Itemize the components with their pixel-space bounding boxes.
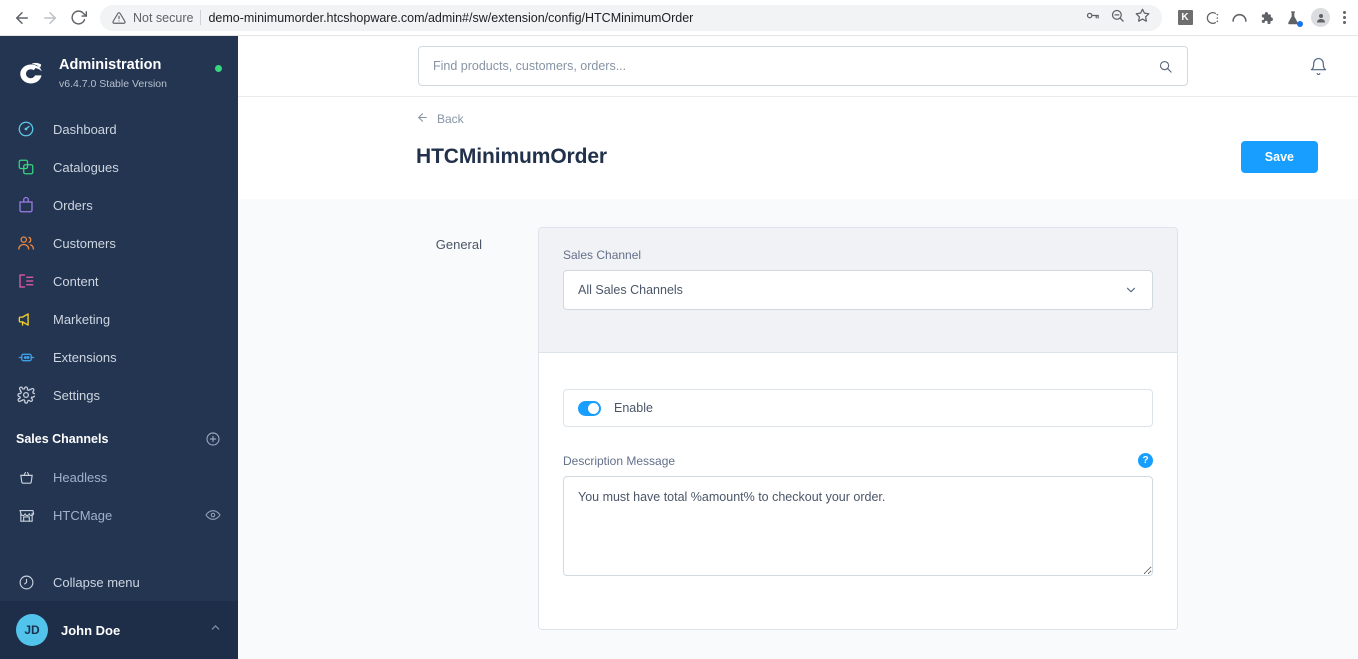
- puzzle-extension-icon[interactable]: [1257, 9, 1275, 27]
- card-section-settings: Enable Description Message ?: [539, 353, 1177, 629]
- page-title: HTCMinimumOrder: [416, 145, 608, 168]
- avatar: JD: [16, 614, 48, 646]
- storefront-icon: [16, 505, 36, 525]
- browser-menu-button[interactable]: [1339, 11, 1350, 24]
- description-label-row: Description Message ?: [563, 453, 1153, 468]
- arch-extension-icon[interactable]: [1230, 9, 1248, 27]
- sidebar-version: v6.4.7.0 Stable Version: [59, 78, 167, 90]
- user-menu[interactable]: JD John Doe: [0, 601, 238, 659]
- sidebar-channel-label: HTCMage: [53, 507, 113, 523]
- sidebar-channel-headless[interactable]: Headless: [0, 458, 238, 496]
- browser-toolbar: Not secure demo-minimumorder.htcshopware…: [0, 0, 1358, 36]
- sidebar-channel-htcmage[interactable]: HTCMage: [0, 496, 238, 534]
- c-extension-icon[interactable]: [1203, 9, 1221, 27]
- user-name: John Doe: [61, 622, 121, 638]
- sidebar-item-marketing[interactable]: Marketing: [0, 300, 238, 338]
- sidebar-item-content[interactable]: Content: [0, 262, 238, 300]
- description-message-textarea[interactable]: [563, 476, 1153, 576]
- omnibox-divider: [200, 10, 202, 25]
- sidebar-header: Administration v6.4.7.0 Stable Version: [0, 36, 238, 92]
- enable-toggle-row[interactable]: Enable: [563, 389, 1153, 427]
- enable-toggle[interactable]: [578, 400, 601, 416]
- sidebar-channel-label: Headless: [53, 469, 108, 485]
- orders-icon: [16, 195, 36, 215]
- sales-channel-value: All Sales Channels: [578, 283, 683, 297]
- page-header: Back HTCMinimumOrder Save: [238, 97, 1358, 199]
- save-button[interactable]: Save: [1240, 141, 1318, 173]
- password-key-icon[interactable]: [1085, 8, 1100, 28]
- card-section-sales-channel: Sales Channel All Sales Channels: [539, 228, 1177, 353]
- help-circle-icon[interactable]: ?: [1138, 453, 1153, 468]
- sidebar-item-label: Catalogues: [53, 159, 119, 175]
- sidebar-item-customers[interactable]: Customers: [0, 224, 238, 262]
- back-link-label: Back: [437, 112, 464, 126]
- address-bar[interactable]: Not secure demo-minimumorder.htcshopware…: [100, 4, 1162, 31]
- browser-reload-button[interactable]: [64, 4, 92, 32]
- sales-channels-header: Sales Channels: [0, 414, 238, 458]
- sidebar-title: Administration: [59, 57, 162, 73]
- flask-extension-icon[interactable]: [1284, 9, 1303, 27]
- marketing-icon: [16, 309, 36, 329]
- global-search: [418, 46, 1188, 86]
- section-label-general: General: [435, 237, 482, 252]
- config-card: Sales Channel All Sales Channels Enable: [538, 227, 1178, 630]
- back-arrow-icon: [416, 111, 429, 127]
- extensions-icon: [16, 347, 36, 367]
- sidebar-item-label: Settings: [53, 387, 100, 403]
- status-dot: [215, 64, 222, 72]
- sidebar-item-orders[interactable]: Orders: [0, 186, 238, 224]
- customers-icon: [16, 233, 36, 253]
- dashboard-icon: [16, 119, 36, 139]
- bookmark-star-icon[interactable]: [1135, 8, 1150, 28]
- application-root: Administration v6.4.7.0 Stable Version D…: [0, 36, 1358, 659]
- collapse-menu-button[interactable]: Collapse menu: [0, 563, 238, 601]
- main-content: Back HTCMinimumOrder Save General Sales …: [238, 36, 1358, 659]
- sidebar-item-extensions[interactable]: Extensions: [0, 338, 238, 376]
- sidebar-nav: Dashboard Catalogues Orders Customers Co…: [0, 110, 238, 414]
- settings-icon: [16, 385, 36, 405]
- chevron-down-icon[interactable]: [1124, 283, 1138, 297]
- zoom-out-icon[interactable]: [1110, 8, 1125, 28]
- basket-icon: [16, 467, 36, 487]
- sidebar-item-label: Marketing: [53, 311, 111, 327]
- extension-tray: K: [1170, 8, 1350, 27]
- content-icon: [16, 271, 36, 291]
- sales-channel-label: Sales Channel: [563, 248, 642, 262]
- flask-status-dot: [1297, 20, 1303, 27]
- sales-channels-title: Sales Channels: [16, 432, 109, 446]
- collapse-menu-label: Collapse menu: [53, 574, 140, 590]
- collapse-clock-icon: [16, 572, 36, 592]
- sidebar-item-dashboard[interactable]: Dashboard: [0, 110, 238, 148]
- sidebar-item-label: Dashboard: [53, 121, 117, 137]
- url-text: demo-minimumorder.htcshopware.com/admin#…: [208, 10, 694, 25]
- sales-channel-select[interactable]: All Sales Channels: [563, 270, 1153, 310]
- search-input[interactable]: [433, 59, 1150, 73]
- browser-back-button[interactable]: [8, 4, 36, 32]
- search-icon[interactable]: [1158, 59, 1173, 74]
- description-message-label: Description Message: [563, 453, 676, 468]
- browser-profile-avatar[interactable]: [1311, 8, 1330, 27]
- k-extension-icon[interactable]: K: [1176, 9, 1194, 27]
- sidebar-item-catalogues[interactable]: Catalogues: [0, 148, 238, 186]
- enable-toggle-label: Enable: [614, 401, 653, 415]
- sidebar: Administration v6.4.7.0 Stable Version D…: [0, 36, 238, 659]
- bell-icon[interactable]: [1309, 57, 1328, 76]
- back-link[interactable]: Back: [416, 111, 464, 127]
- warning-triangle-icon: [112, 11, 126, 25]
- sidebar-item-label: Customers: [53, 235, 116, 251]
- shopware-logo-icon: [16, 59, 46, 89]
- chevron-up-icon: [209, 621, 222, 639]
- sidebar-item-label: Orders: [53, 197, 93, 213]
- plus-circle-icon[interactable]: [204, 430, 222, 448]
- sidebar-item-settings[interactable]: Settings: [0, 376, 238, 414]
- security-status-label: Not secure: [133, 10, 194, 25]
- config-content: General Sales Channel All Sales Channels: [238, 199, 1358, 659]
- browser-forward-button[interactable]: [36, 4, 64, 32]
- eye-icon[interactable]: [204, 506, 222, 524]
- top-bar: [238, 36, 1358, 97]
- sidebar-item-label: Content: [53, 273, 99, 289]
- search-box[interactable]: [418, 46, 1188, 86]
- catalogues-icon: [16, 157, 36, 177]
- sidebar-item-label: Extensions: [53, 349, 117, 365]
